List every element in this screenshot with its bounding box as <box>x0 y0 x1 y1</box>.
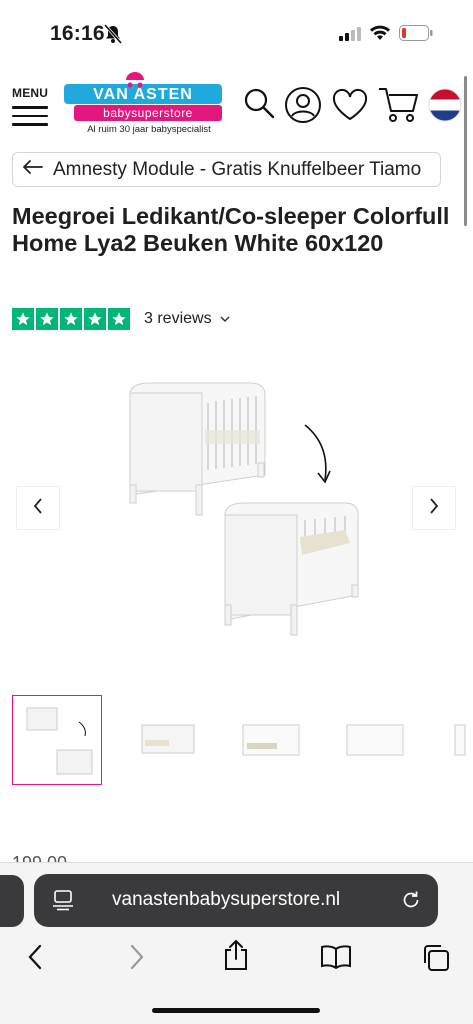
logo-subtitle: babysuperstore <box>74 105 222 121</box>
logo-tagline: Al ruim 30 jaar babyspecialist <box>87 124 211 135</box>
hamburger-line <box>12 106 48 109</box>
breadcrumb-label: Amnesty Module - Gratis Knuffelbeer Tiam… <box>53 158 422 180</box>
arrow-left-icon <box>23 160 43 179</box>
tabs-overview-icon[interactable] <box>421 943 451 978</box>
wishlist-heart-icon[interactable] <box>331 88 369 127</box>
site-logo[interactable]: VAN ASTEN babysuperstore Al ruim 30 jaar… <box>64 72 224 136</box>
pram-icon <box>122 72 148 93</box>
site-header: MENU VAN ASTEN babysuperstore Al ruim 30… <box>0 72 473 142</box>
bookmarks-book-icon[interactable] <box>320 945 352 974</box>
cart-icon[interactable] <box>378 86 420 129</box>
back-breadcrumb[interactable]: Amnesty Module - Gratis Knuffelbeer Tiam… <box>12 152 441 187</box>
reviews-count: 3 reviews <box>144 310 212 327</box>
previous-tab-peek[interactable] <box>0 875 24 927</box>
silent-bell-icon <box>103 24 123 49</box>
star-icon <box>12 308 34 330</box>
star-icon <box>36 308 58 330</box>
back-arrow-icon[interactable] <box>26 943 44 976</box>
page-format-icon[interactable] <box>52 889 74 916</box>
thumbnail-1[interactable] <box>12 695 102 785</box>
status-bar: 16:16 <box>0 0 473 66</box>
star-icon <box>84 308 106 330</box>
star-icon <box>60 308 82 330</box>
battery-low-icon <box>399 25 433 46</box>
thumbnail-5[interactable] <box>432 695 473 785</box>
address-bar[interactable]: vanastenbabysuperstore.nl <box>34 874 438 927</box>
cellular-signal-icon <box>339 27 363 46</box>
chevron-right-icon <box>429 497 439 519</box>
account-icon[interactable] <box>284 86 322 129</box>
wifi-icon <box>369 24 391 47</box>
page-scroll-indicator <box>464 76 467 226</box>
hamburger-line <box>12 114 48 117</box>
menu-label: MENU <box>12 86 49 100</box>
thumbnail-3[interactable] <box>226 695 316 785</box>
product-image-main[interactable] <box>0 345 473 675</box>
forward-arrow-icon[interactable] <box>128 943 146 976</box>
gallery-next-button[interactable] <box>412 486 456 530</box>
reload-icon[interactable] <box>400 889 422 916</box>
language-flag-nl-icon[interactable] <box>428 88 462 127</box>
thumbnail-strip <box>12 695 473 787</box>
menu-button[interactable]: MENU <box>12 86 50 126</box>
chevron-left-icon <box>33 497 43 519</box>
chevron-down-icon <box>220 310 230 328</box>
share-icon[interactable] <box>222 939 250 976</box>
product-title: Meegroei Ledikant/Co-sleeper Colorfull H… <box>12 203 450 256</box>
home-indicator <box>152 1008 320 1013</box>
url-text: vanastenbabysuperstore.nl <box>112 889 341 910</box>
browser-toolbar: vanastenbabysuperstore.nl <box>0 862 473 1024</box>
status-time: 16:16 <box>50 22 105 45</box>
gallery-prev-button[interactable] <box>16 486 60 530</box>
product-rating[interactable]: 3 reviews <box>12 308 230 330</box>
star-icon <box>108 308 130 330</box>
thumbnail-2[interactable] <box>122 695 212 785</box>
hamburger-line <box>12 123 48 126</box>
search-icon[interactable] <box>242 86 276 125</box>
crib-illustration <box>129 382 359 636</box>
thumbnail-4[interactable] <box>330 695 420 785</box>
trustpilot-stars <box>12 308 130 330</box>
